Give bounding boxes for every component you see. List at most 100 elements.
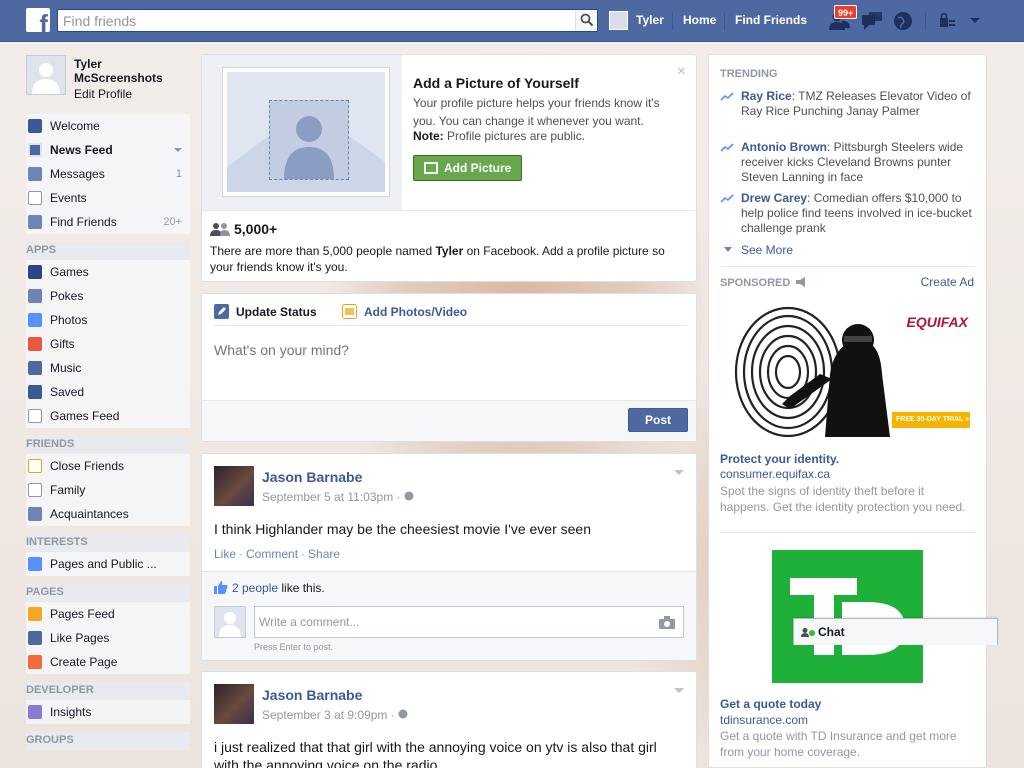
timestamp-text[interactable]: September 5 at 11:03pm xyxy=(262,490,393,504)
status-composer: Update Status Add Photos/Video Post xyxy=(201,293,697,442)
add-picture-button[interactable]: Add Picture xyxy=(413,155,522,181)
td-insurance-ad-image[interactable] xyxy=(772,550,923,683)
sidebar-item-games[interactable]: Games xyxy=(26,260,190,284)
profile-name[interactable]: Tyler McScreenshots xyxy=(74,57,184,85)
avatar[interactable] xyxy=(26,55,66,95)
find-friends-icon xyxy=(28,215,42,229)
sidebar-item-label: Events xyxy=(50,191,87,205)
equifax-ad-image[interactable]: EQUIFAX FREE 30-DAY TRIAL » xyxy=(720,304,974,437)
sidebar-item-saved[interactable]: Saved xyxy=(26,380,190,404)
tab-add-photos[interactable]: Add Photos/Video xyxy=(342,304,467,319)
messages-icon[interactable] xyxy=(860,10,884,32)
sidebar-item-label: Pages Feed xyxy=(50,607,115,621)
sidebar-item-acquaintances[interactable]: Acquaintances xyxy=(26,502,190,526)
comment-input[interactable] xyxy=(255,607,645,637)
sidebar-item-pages-public[interactable]: Pages and Public ... xyxy=(26,552,190,576)
acquaintances-icon xyxy=(28,507,42,521)
search-button[interactable] xyxy=(575,10,597,31)
like-link[interactable]: Like xyxy=(214,547,236,561)
post-button[interactable]: Post xyxy=(628,408,688,432)
chevron-down-icon[interactable] xyxy=(174,148,182,152)
ad-url[interactable]: tdinsurance.com xyxy=(720,713,808,727)
post-text: I think Highlander may be the cheesiest … xyxy=(214,521,591,537)
chat-tab[interactable]: Chat xyxy=(793,618,998,645)
td-logo xyxy=(772,550,923,683)
close-icon[interactable]: × xyxy=(677,63,686,81)
edit-profile-link[interactable]: Edit Profile xyxy=(74,87,132,101)
trending-topic[interactable]: Drew Carey xyxy=(741,191,807,205)
status-input[interactable] xyxy=(214,342,674,358)
sidebar-item-family[interactable]: Family xyxy=(26,478,190,502)
likes-suffix: like this. xyxy=(278,581,325,595)
ad-title[interactable]: Get a quote today xyxy=(720,697,821,711)
camera-icon[interactable] xyxy=(659,616,675,629)
globe-icon[interactable] xyxy=(398,709,408,719)
sidebar-item-label: Saved xyxy=(50,385,85,399)
sidebar-item-insights[interactable]: Insights xyxy=(26,700,190,724)
privacy-shortcuts-icon[interactable] xyxy=(939,13,957,29)
likers-link[interactable]: 2 people xyxy=(232,581,278,595)
developer-heading[interactable]: DEVELOPER xyxy=(26,682,190,700)
online-status-dot xyxy=(809,630,815,636)
search-input[interactable] xyxy=(58,10,558,31)
create-ad-link[interactable]: Create Ad xyxy=(921,275,974,289)
top-avatar[interactable] xyxy=(609,11,628,30)
see-more-link[interactable]: See More xyxy=(724,243,793,257)
sidebar-item-create-page[interactable]: Create Page xyxy=(26,650,190,674)
author-name[interactable]: Jason Barnabe xyxy=(262,469,362,485)
sidebar-item-messages[interactable]: Messages 1 xyxy=(26,162,190,186)
games-icon xyxy=(28,265,42,279)
settings-dropdown-icon[interactable] xyxy=(969,17,981,25)
trending-topic[interactable]: Antonio Brown xyxy=(741,140,827,154)
ad-title[interactable]: Protect your identity. xyxy=(720,452,839,466)
sidebar-item-games-feed[interactable]: Games Feed xyxy=(26,404,190,428)
thumbs-up-icon xyxy=(28,631,42,645)
sidebar-item-pokes[interactable]: Pokes xyxy=(26,284,190,308)
groups-heading[interactable]: GROUPS xyxy=(26,732,190,750)
tab-update-status[interactable]: Update Status xyxy=(214,304,317,319)
trending-item[interactable]: Ray Rice: TMZ Releases Elevator Video of… xyxy=(720,89,978,119)
share-link[interactable]: Share xyxy=(308,547,340,561)
dot-separator: · xyxy=(390,708,399,722)
sidebar-item-like-pages[interactable]: Like Pages xyxy=(26,626,190,650)
avatar[interactable] xyxy=(214,684,254,724)
profile-link[interactable]: Tyler xyxy=(636,13,664,27)
divider xyxy=(202,210,696,211)
timestamp-text[interactable]: September 3 at 9:09pm xyxy=(262,708,387,722)
top-separator xyxy=(925,12,926,30)
trending-item[interactable]: Antonio Brown: Pittsburgh Steelers wide … xyxy=(720,140,978,185)
sidebar-item-events[interactable]: Events xyxy=(26,186,190,210)
trending-topic[interactable]: Ray Rice xyxy=(741,89,792,103)
home-link[interactable]: Home xyxy=(683,13,716,27)
find-friends-link[interactable]: Find Friends xyxy=(735,13,807,27)
ad-description: Spot the signs of identity theft before … xyxy=(720,484,966,514)
ad-url[interactable]: consumer.equifax.ca xyxy=(720,467,830,481)
sidebar-item-music[interactable]: Music xyxy=(26,356,190,380)
globe-icon[interactable] xyxy=(892,10,914,32)
facebook-logo[interactable]: f xyxy=(26,8,50,32)
profile-picture-prompt: Add a Picture of Yourself Your profile p… xyxy=(201,54,697,282)
chevron-down-icon[interactable] xyxy=(674,688,684,693)
sidebar-item-welcome[interactable]: Welcome xyxy=(26,114,190,138)
comment-link[interactable]: Comment xyxy=(246,547,298,561)
globe-icon[interactable] xyxy=(404,491,414,501)
sidebar-item-news-feed[interactable]: News Feed xyxy=(26,138,190,162)
pages-heading[interactable]: PAGES xyxy=(26,584,190,602)
equifax-logo: EQUIFAX xyxy=(906,314,968,330)
sidebar-item-pages-feed[interactable]: Pages Feed xyxy=(26,602,190,626)
friends-heading[interactable]: FRIENDS xyxy=(26,436,190,454)
camera-icon xyxy=(342,304,357,319)
chevron-down-icon[interactable] xyxy=(674,470,684,475)
trending-item[interactable]: Drew Carey: Comedian offers $10,000 to h… xyxy=(720,191,978,236)
interests-heading[interactable]: INTERESTS xyxy=(26,534,190,552)
profile-picture-illustration xyxy=(202,55,402,210)
photos-icon xyxy=(28,313,42,327)
apps-heading[interactable]: APPS xyxy=(26,242,190,260)
avatar[interactable] xyxy=(214,466,254,506)
author-name[interactable]: Jason Barnabe xyxy=(262,687,362,703)
sidebar-item-find-friends[interactable]: Find Friends 20+ xyxy=(26,210,190,234)
sidebar-item-gifts[interactable]: Gifts xyxy=(26,332,190,356)
sidebar-item-photos[interactable]: Photos xyxy=(26,308,190,332)
sidebar-item-close-friends[interactable]: Close Friends xyxy=(26,454,190,478)
notification-badge: 99+ xyxy=(834,5,858,19)
